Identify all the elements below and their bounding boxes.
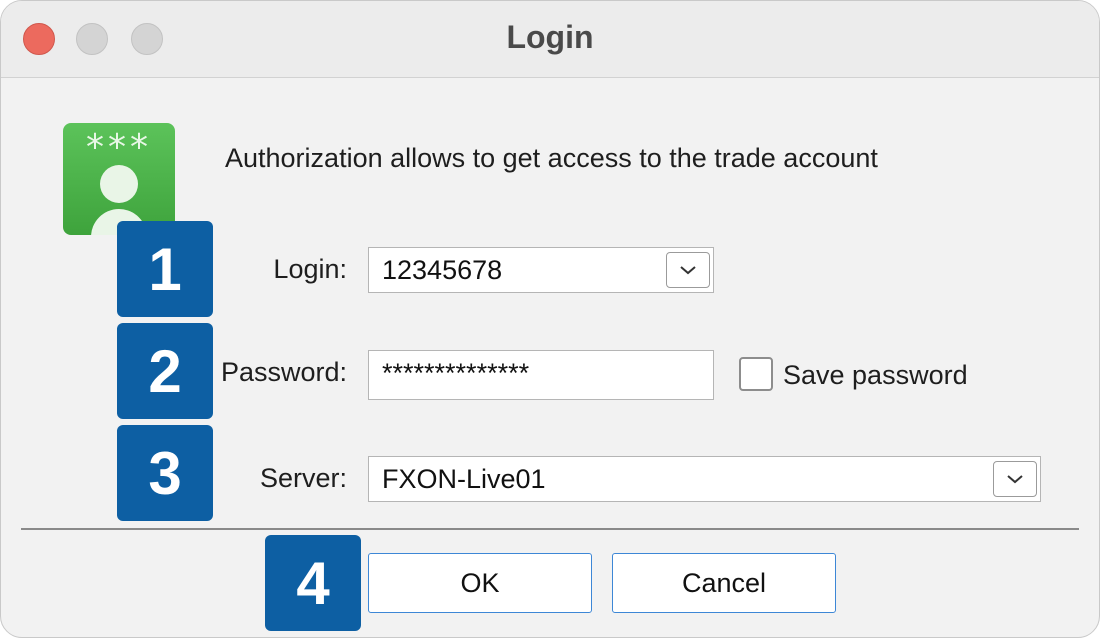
login-value: 12345678 [382, 255, 503, 285]
title-bar: Login [1, 1, 1099, 78]
login-credentials-icon: *** [63, 123, 175, 235]
password-value: ************** [382, 358, 530, 388]
authorization-description: Authorization allows to get access to th… [225, 143, 878, 173]
save-password-checkbox[interactable] [739, 357, 773, 391]
step-badge-4: 4 [265, 535, 361, 631]
step-badge-2: 2 [117, 323, 213, 419]
login-combo[interactable]: 12345678 [368, 247, 714, 293]
login-dialog: Login *** Authorization allows to get ac… [0, 0, 1100, 638]
cancel-button[interactable]: Cancel [612, 553, 836, 613]
step-badge-3: 3 [117, 425, 213, 521]
password-field[interactable]: ************** [368, 350, 714, 400]
server-dropdown-button[interactable] [993, 461, 1037, 497]
button-divider [21, 528, 1079, 530]
icon-stars: *** [86, 127, 152, 168]
server-label: Server: [259, 463, 347, 493]
window-title: Login [506, 19, 594, 55]
chevron-down-icon [1007, 475, 1023, 484]
password-label: Password: [220, 357, 347, 387]
server-value: FXON-Live01 [382, 464, 546, 494]
login-dropdown-button[interactable] [666, 252, 710, 288]
user-head-shape [100, 165, 138, 203]
save-password-label[interactable]: Save password [783, 360, 968, 391]
chevron-down-icon [680, 266, 696, 275]
login-label: Login: [273, 254, 347, 284]
ok-button[interactable]: OK [368, 553, 592, 613]
server-combo[interactable]: FXON-Live01 [368, 456, 1041, 502]
step-badge-1: 1 [117, 221, 213, 317]
